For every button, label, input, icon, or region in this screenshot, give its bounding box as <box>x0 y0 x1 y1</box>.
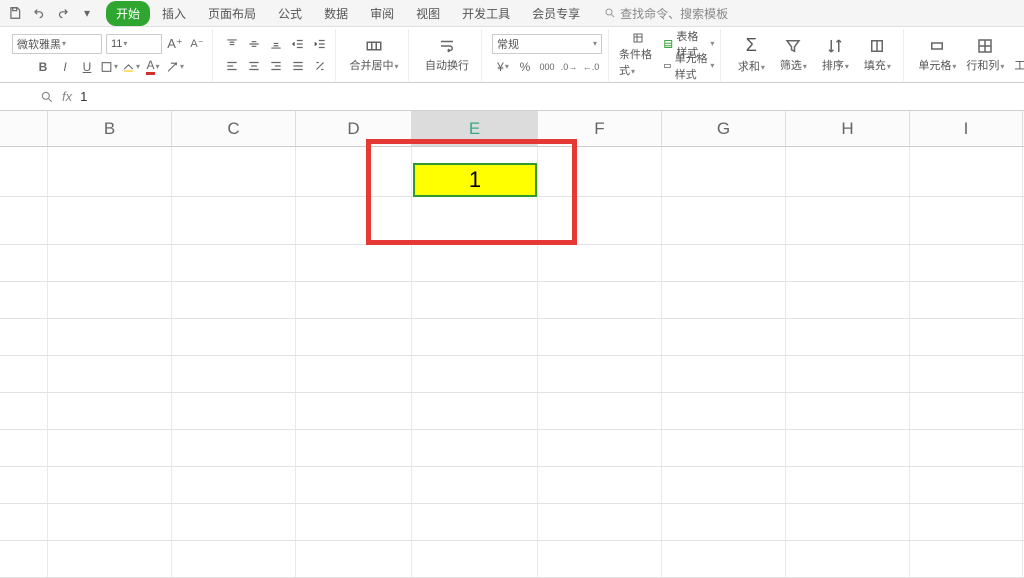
indent-increase-icon[interactable] <box>311 35 329 53</box>
col-header[interactable]: F <box>538 111 662 146</box>
merge-center-button[interactable]: 合并居中▾ <box>346 32 402 78</box>
tab-review[interactable]: 审阅 <box>360 1 404 26</box>
quick-access: ▾ <box>6 4 96 22</box>
align-justify-icon[interactable] <box>289 57 307 75</box>
align-left-icon[interactable] <box>223 57 241 75</box>
undo-icon[interactable] <box>30 4 48 22</box>
tab-member[interactable]: 会员专享 <box>522 1 590 26</box>
font-color-button[interactable]: A▾ <box>144 58 162 76</box>
align-top-icon[interactable] <box>223 35 241 53</box>
align-group <box>217 29 336 81</box>
border-button[interactable]: ▾ <box>100 58 118 76</box>
font-group: 微软雅黑▾ 11▾ A⁺ A⁻ B I U ▾ ▾ A▾ ▾ <box>6 29 213 81</box>
cell-style-button[interactable]: 单元格样式▾ <box>663 57 715 75</box>
command-search[interactable]: 查找命令、搜索模板 <box>604 5 728 22</box>
fx-label[interactable]: fx <box>62 89 72 104</box>
editing-group: Σ求和▾ 筛选▾ 排序▾ 填充▾ <box>725 29 904 81</box>
tab-devtools[interactable]: 开发工具 <box>452 1 520 26</box>
corner-cell[interactable] <box>0 111 48 146</box>
search-icon <box>604 7 616 19</box>
tab-pagelayout[interactable]: 页面布局 <box>198 1 266 26</box>
comma-icon[interactable]: 000 <box>538 58 556 76</box>
worksheet-button[interactable]: 工作表▾ <box>1010 32 1024 78</box>
formula-value[interactable]: 1 <box>80 89 1024 104</box>
grid[interactable] <box>0 147 1024 578</box>
search-placeholder: 查找命令、搜索模板 <box>620 5 728 22</box>
cells-group: 单元格▾ 行和列▾ 工作表▾ <box>908 29 1024 81</box>
percent-icon[interactable]: % <box>516 58 534 76</box>
align-right-icon[interactable] <box>267 57 285 75</box>
decrease-decimal-icon[interactable]: ←.0 <box>582 58 600 76</box>
tab-start[interactable]: 开始 <box>106 1 150 26</box>
qat-overflow-icon[interactable]: ▾ <box>78 4 96 22</box>
increase-font-icon[interactable]: A⁺ <box>166 35 184 53</box>
indent-decrease-icon[interactable] <box>289 35 307 53</box>
active-cell-value: 1 <box>469 167 481 193</box>
active-cell[interactable]: 1 <box>413 163 537 197</box>
number-group: 常规▾ ¥▾ % 000 .0→ ←.0 <box>486 29 609 81</box>
number-format-dropdown[interactable]: 常规▾ <box>492 34 602 54</box>
underline-button[interactable]: U <box>78 58 96 76</box>
align-center-icon[interactable] <box>245 57 263 75</box>
wrap-text-button[interactable]: 自动换行 <box>419 32 475 78</box>
zoom-icon[interactable] <box>40 90 54 104</box>
increase-decimal-icon[interactable]: .0→ <box>560 58 578 76</box>
font-size-dropdown[interactable]: 11▾ <box>106 34 162 54</box>
tab-view[interactable]: 视图 <box>406 1 450 26</box>
sum-button[interactable]: Σ求和▾ <box>731 32 771 78</box>
col-header[interactable]: I <box>910 111 1023 146</box>
fill-color-button[interactable]: ▾ <box>122 58 140 76</box>
col-header[interactable]: C <box>172 111 296 146</box>
merge-group: 合并居中▾ <box>340 29 409 81</box>
rowcol-button[interactable]: 行和列▾ <box>962 32 1008 78</box>
tab-data[interactable]: 数据 <box>314 1 358 26</box>
col-header[interactable]: D <box>296 111 412 146</box>
spreadsheet: B C D E F G H I 1 <box>0 111 1024 578</box>
align-bottom-icon[interactable] <box>267 35 285 53</box>
styles-group: 条件格式▾ 表格样式▾ 单元格样式▾ <box>613 29 721 81</box>
col-header[interactable]: G <box>662 111 786 146</box>
italic-button[interactable]: I <box>56 58 74 76</box>
col-header-active[interactable]: E <box>412 111 538 146</box>
filter-button[interactable]: 筛选▾ <box>773 32 813 78</box>
wrap-group: 自动换行 <box>413 29 482 81</box>
formula-bar: fx 1 <box>0 83 1024 111</box>
save-icon[interactable] <box>6 4 24 22</box>
tab-formula[interactable]: 公式 <box>268 1 312 26</box>
conditional-format-button[interactable]: 条件格式▾ <box>619 32 657 78</box>
font-name-dropdown[interactable]: 微软雅黑▾ <box>12 34 102 54</box>
clear-format-button[interactable]: ▾ <box>166 58 184 76</box>
col-header[interactable]: B <box>48 111 172 146</box>
align-middle-icon[interactable] <box>245 35 263 53</box>
tabs: 开始 插入 页面布局 公式 数据 审阅 视图 开发工具 会员专享 <box>106 1 590 26</box>
sort-button[interactable]: 排序▾ <box>815 32 855 78</box>
fill-button[interactable]: 填充▾ <box>857 32 897 78</box>
col-header[interactable]: H <box>786 111 910 146</box>
bold-button[interactable]: B <box>34 58 52 76</box>
tab-insert[interactable]: 插入 <box>152 1 196 26</box>
column-headers: B C D E F G H I <box>0 111 1024 147</box>
cell-button[interactable]: 单元格▾ <box>914 32 960 78</box>
menu-tabs-bar: ▾ 开始 插入 页面布局 公式 数据 审阅 视图 开发工具 会员专享 查找命令、… <box>0 0 1024 27</box>
ribbon: 微软雅黑▾ 11▾ A⁺ A⁻ B I U ▾ ▾ A▾ ▾ <box>0 27 1024 83</box>
redo-icon[interactable] <box>54 4 72 22</box>
decrease-font-icon[interactable]: A⁻ <box>188 35 206 53</box>
orientation-icon[interactable] <box>311 57 329 75</box>
currency-icon[interactable]: ¥▾ <box>494 58 512 76</box>
